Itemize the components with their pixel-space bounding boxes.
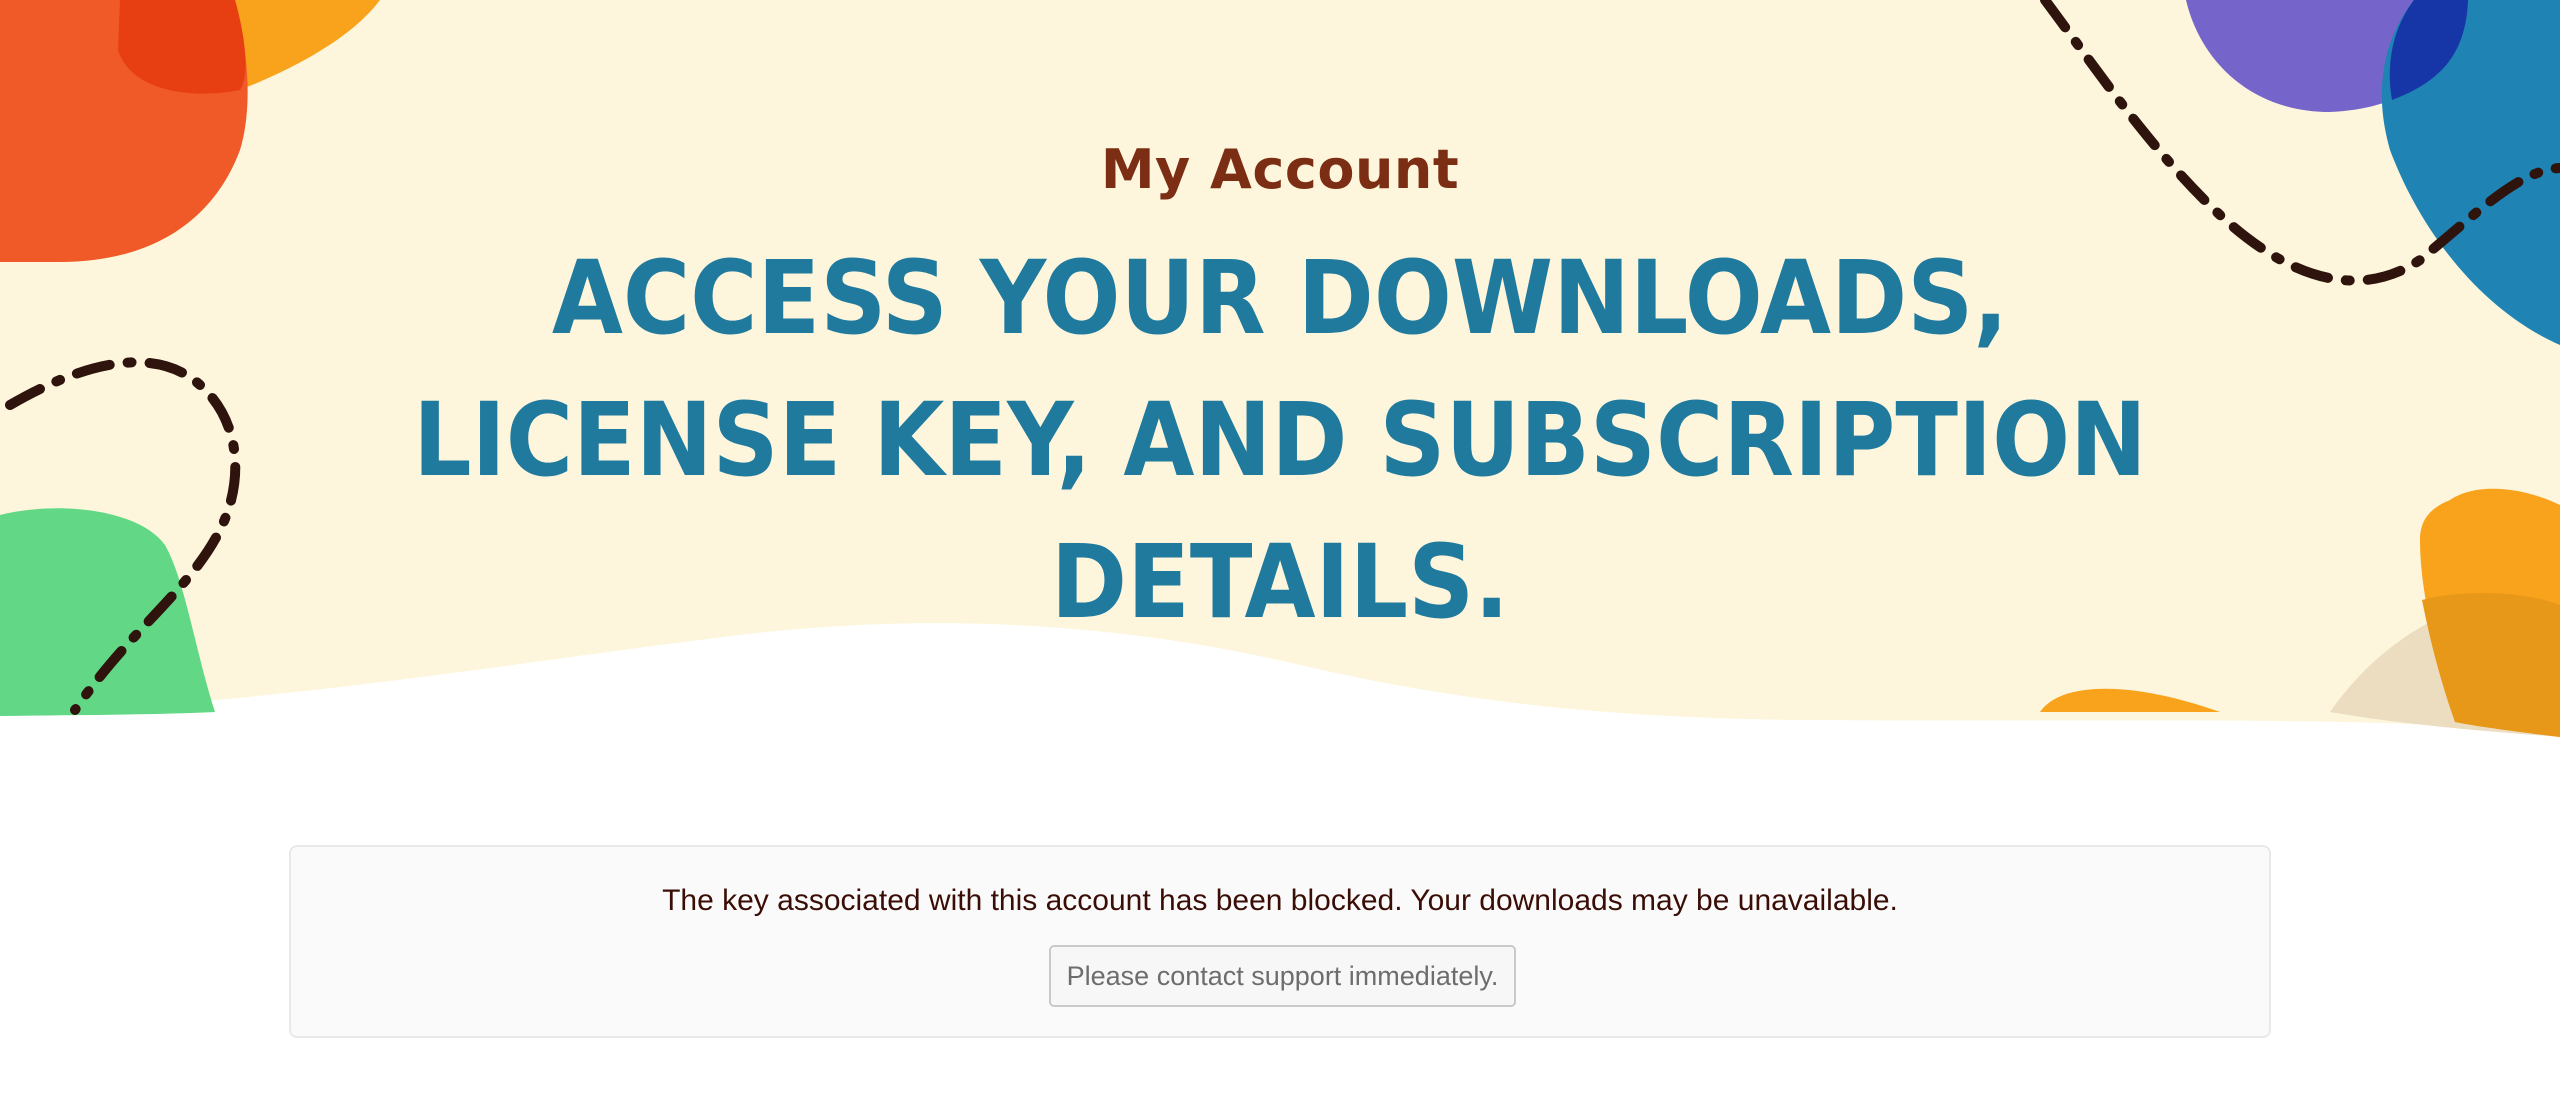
- contact-support-button[interactable]: Please contact support immediately.: [1049, 945, 1516, 1007]
- blocked-key-notice: The key associated with this account has…: [289, 845, 2271, 1038]
- hero-banner: My Account ACCESS YOUR DOWNLOADS, LICENS…: [0, 0, 2560, 760]
- notice-message: The key associated with this account has…: [662, 884, 1898, 917]
- page-title: ACCESS YOUR DOWNLOADS, LICENSE KEY, AND …: [413, 239, 2147, 642]
- hero-text: My Account ACCESS YOUR DOWNLOADS, LICENS…: [0, 0, 2560, 642]
- page-eyebrow: My Account: [1100, 138, 1460, 201]
